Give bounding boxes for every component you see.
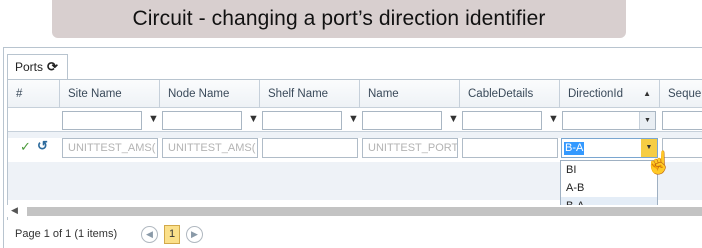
- filter-cable-details: ▼: [462, 111, 560, 130]
- refresh-icon[interactable]: ⟳: [47, 59, 58, 75]
- shelf-name-cell[interactable]: [262, 138, 358, 158]
- filter-direction-id: ▼: [562, 111, 658, 130]
- table-row: ✓ ↺ UNITTEST_AMS( UNITTEST_AMS( UNITTEST…: [8, 138, 702, 162]
- previous-page-icon[interactable]: ◀: [141, 226, 158, 243]
- filter-icon[interactable]: ▼: [348, 113, 359, 125]
- header-row: # Site Name Node Name Shelf Name Name Ca…: [8, 80, 702, 108]
- column-header-site-name[interactable]: Site Name: [60, 80, 160, 108]
- scrollbar-thumb[interactable]: [27, 207, 702, 216]
- scroll-left-icon[interactable]: ◀: [11, 205, 18, 216]
- check-icon[interactable]: ✓: [20, 139, 31, 155]
- chevron-down-icon[interactable]: ▼: [639, 112, 655, 129]
- tab-label: Ports: [15, 60, 44, 74]
- filter-icon[interactable]: ▼: [148, 113, 159, 125]
- filter-sequence: [662, 111, 702, 130]
- filter-site-name-input[interactable]: [62, 111, 142, 130]
- column-header-direction-id-label: DirectionId: [568, 88, 623, 100]
- filter-name-input[interactable]: [362, 111, 442, 130]
- column-header-shelf-name[interactable]: Shelf Name: [260, 80, 360, 108]
- slide-caption: Circuit - changing a port’s direction id…: [52, 0, 626, 38]
- filter-icon[interactable]: ▼: [448, 113, 459, 125]
- filter-cable-details-input[interactable]: [462, 111, 542, 130]
- name-cell[interactable]: UNITTEST_PORT: [362, 138, 458, 158]
- dropdown-option-bi[interactable]: BI: [561, 161, 657, 179]
- pager: Page 1 of 1 (1 items) ◀ 1 ▶: [7, 220, 702, 248]
- hand-cursor-icon: ☝: [645, 150, 673, 175]
- column-header-node-name[interactable]: Node Name: [160, 80, 260, 108]
- tab-ports[interactable]: Ports ⟳: [7, 54, 68, 79]
- column-header-sequence[interactable]: Sequen: [660, 80, 702, 108]
- filter-node-name-input[interactable]: [162, 111, 242, 130]
- node-name-cell[interactable]: UNITTEST_AMS(: [162, 138, 258, 158]
- direction-id-select[interactable]: B-A ▼: [561, 138, 658, 158]
- sort-ascending-icon: ▲: [643, 89, 651, 98]
- site-name-cell[interactable]: UNITTEST_AMS(: [62, 138, 158, 158]
- filter-shelf-name-input[interactable]: [262, 111, 342, 130]
- filter-icon[interactable]: ▼: [248, 113, 259, 125]
- horizontal-scrollbar[interactable]: ◀: [7, 205, 702, 217]
- filter-icon[interactable]: ▼: [548, 113, 559, 125]
- filter-site-name: ▼: [62, 111, 160, 130]
- column-header-direction-id[interactable]: DirectionId ▲: [560, 80, 660, 108]
- direction-id-value: B-A: [564, 142, 585, 155]
- next-page-icon[interactable]: ▶: [186, 226, 203, 243]
- cable-details-cell[interactable]: [462, 138, 558, 158]
- column-header-name[interactable]: Name: [360, 80, 460, 108]
- undo-icon[interactable]: ↺: [37, 138, 48, 154]
- filter-direction-id-select[interactable]: ▼: [562, 111, 656, 130]
- column-header-number[interactable]: #: [8, 80, 60, 108]
- dropdown-option-a-b[interactable]: A-B: [561, 179, 657, 197]
- filter-node-name: ▼: [162, 111, 260, 130]
- pager-info: Page 1 of 1 (1 items): [15, 228, 118, 240]
- filter-row: ▼ ▼ ▼ ▼ ▼ ▼: [8, 108, 702, 132]
- column-header-cable-details[interactable]: CableDetails: [460, 80, 560, 108]
- filter-sequence-input[interactable]: [662, 111, 702, 130]
- filter-shelf-name: ▼: [262, 111, 360, 130]
- filter-name: ▼: [362, 111, 460, 130]
- page-number-button[interactable]: 1: [164, 225, 180, 244]
